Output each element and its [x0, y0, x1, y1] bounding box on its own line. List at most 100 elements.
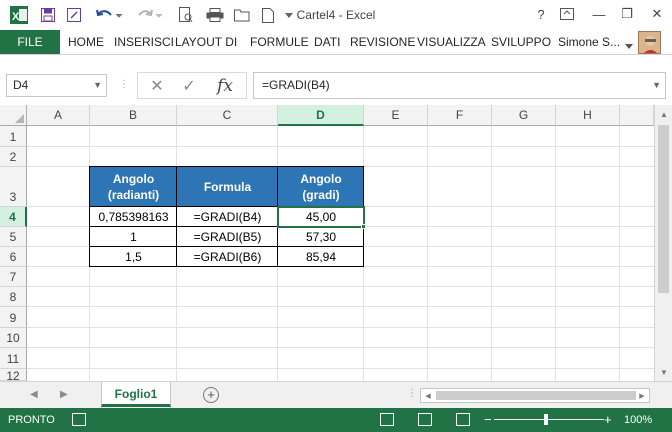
table-header-gradi[interactable]: Angolo (gradi)	[278, 167, 364, 207]
cell-d6[interactable]: 85,94	[278, 247, 364, 267]
tab-inserisci[interactable]: INSERISCI	[114, 30, 174, 54]
row-header-5[interactable]: 5	[0, 227, 27, 247]
row-header-10[interactable]: 10	[0, 328, 27, 348]
formula-expand-icon[interactable]: ▼	[652, 73, 661, 98]
customize-toolbar-icon[interactable]	[282, 5, 296, 25]
ribbon-tabs: FILE HOME INSERISCI LAYOUT DI FORMULE DA…	[0, 30, 672, 55]
table-header-radianti[interactable]: Angolo (radianti)	[90, 167, 177, 207]
zoom-in-button[interactable]: +	[604, 408, 612, 432]
undo-icon[interactable]	[94, 5, 124, 25]
restore-button[interactable]: ❐	[616, 4, 638, 24]
row-header-1[interactable]: 1	[0, 126, 27, 147]
row-header-11[interactable]: 11	[0, 348, 27, 369]
tab-file[interactable]: FILE	[0, 30, 60, 54]
vertical-scrollbar[interactable]: ▲ ▼	[654, 105, 672, 381]
cell-b4[interactable]: 0,785398163	[90, 207, 177, 227]
avatar[interactable]	[638, 31, 661, 54]
sheet-tab-foglio1[interactable]: Foglio1	[101, 382, 171, 407]
cancel-icon[interactable]: ✕	[146, 76, 168, 96]
column-header-i[interactable]	[620, 105, 654, 126]
column-header-b[interactable]: B	[90, 105, 177, 126]
row-header-4[interactable]: 4	[0, 207, 27, 227]
worksheet-grid[interactable]: A B C D E F G H 1 2 3 4 5 6 7 8 9 10 11 …	[0, 105, 672, 381]
page-break-view-icon[interactable]	[456, 413, 470, 426]
formula-input[interactable]: =GRADI(B4) ▼	[253, 72, 666, 99]
insert-function-icon[interactable]: fx	[214, 76, 236, 96]
cell-c5[interactable]: =GRADI(B5)	[177, 227, 278, 247]
horizontal-scroll-thumb[interactable]	[436, 391, 636, 400]
row-header-12[interactable]: 12	[0, 369, 27, 381]
row-header-8[interactable]: 8	[0, 287, 27, 307]
open-icon[interactable]	[232, 5, 252, 25]
table-border	[89, 166, 364, 167]
formula-buttons: ✕ ✓ fx	[137, 72, 247, 99]
user-menu-chevron-icon[interactable]	[625, 39, 633, 53]
column-header-c[interactable]: C	[177, 105, 278, 126]
tab-formule[interactable]: FORMULE	[250, 30, 309, 54]
active-cell-selection[interactable]	[277, 206, 365, 228]
excel-window: X Cartel4 - Excel ? — ❐ ✕ FILE HOME INSE…	[0, 0, 672, 432]
print-preview-icon[interactable]	[176, 5, 196, 25]
tab-layout[interactable]: LAYOUT DI	[175, 30, 237, 54]
horizontal-scrollbar[interactable]: ◀ ▶	[420, 388, 650, 403]
row-header-7[interactable]: 7	[0, 267, 27, 287]
row-header-9[interactable]: 9	[0, 307, 27, 328]
minimize-button[interactable]: —	[588, 4, 610, 24]
enter-icon[interactable]: ✓	[178, 76, 200, 96]
cell-b5[interactable]: 1	[90, 227, 177, 247]
vertical-scroll-thumb[interactable]	[658, 125, 669, 293]
select-all-button[interactable]	[0, 105, 27, 126]
name-box-dropdown-icon[interactable]: ▼	[93, 75, 102, 96]
add-sheet-icon[interactable]: +	[203, 387, 219, 403]
page-layout-view-icon[interactable]	[418, 413, 432, 426]
save-icon[interactable]	[38, 5, 58, 25]
prev-sheet-icon[interactable]: ◀	[30, 389, 38, 400]
row-header-2[interactable]: 2	[0, 147, 27, 167]
gridline	[27, 368, 654, 369]
table-header-formula[interactable]: Formula	[177, 167, 278, 207]
next-sheet-icon[interactable]: ▶	[60, 389, 68, 400]
normal-view-icon[interactable]	[380, 413, 394, 426]
column-header-g[interactable]: G	[492, 105, 556, 126]
cell-d5[interactable]: 57,30	[278, 227, 364, 247]
close-button[interactable]: ✕	[646, 4, 668, 24]
tab-sviluppo[interactable]: SVILUPPO	[491, 30, 551, 54]
cell-c6[interactable]: =GRADI(B6)	[177, 247, 278, 267]
column-header-f[interactable]: F	[428, 105, 492, 126]
gridline	[427, 126, 428, 381]
tab-visualizza[interactable]: VISUALIZZA	[417, 30, 486, 54]
scroll-down-icon[interactable]: ▼	[659, 367, 669, 377]
cell-c4[interactable]: =GRADI(B4)	[177, 207, 278, 227]
name-box[interactable]: D4 ▼	[6, 74, 107, 97]
tab-revisione[interactable]: REVISIONE	[350, 30, 415, 54]
macro-record-icon[interactable]	[72, 413, 86, 426]
redo-icon[interactable]	[134, 5, 164, 25]
column-header-h[interactable]: H	[556, 105, 620, 126]
gridline	[27, 146, 654, 147]
tab-dati[interactable]: DATI	[314, 30, 340, 54]
zoom-slider-track[interactable]	[494, 419, 604, 420]
tab-home[interactable]: HOME	[68, 30, 104, 54]
print-icon[interactable]	[204, 5, 226, 25]
new-document-icon[interactable]	[258, 5, 278, 25]
formula-value: =GRADI(B4)	[262, 78, 330, 92]
zoom-level[interactable]: 100%	[624, 408, 652, 432]
fill-handle[interactable]	[361, 224, 366, 229]
help-button[interactable]: ?	[530, 4, 552, 24]
save-as-icon[interactable]	[64, 5, 84, 25]
row-header-6[interactable]: 6	[0, 247, 27, 267]
zoom-slider-knob[interactable]	[544, 414, 548, 425]
scroll-left-icon[interactable]: ◀	[422, 390, 434, 401]
zoom-out-button[interactable]: −	[484, 408, 492, 432]
tab-split-grip-icon[interactable]: ⋮	[407, 388, 417, 399]
cell-b6[interactable]: 1,5	[90, 247, 177, 267]
scroll-up-icon[interactable]: ▲	[659, 109, 669, 119]
column-header-d[interactable]: D	[278, 105, 364, 126]
formula-bar-grip-icon[interactable]: ⋮	[119, 79, 129, 90]
user-name[interactable]: Simone S...	[558, 30, 620, 54]
column-header-a[interactable]: A	[27, 105, 90, 126]
scroll-right-icon[interactable]: ▶	[636, 390, 648, 401]
row-header-3[interactable]: 3	[0, 167, 27, 207]
ribbon-options-icon[interactable]	[556, 4, 578, 24]
column-header-e[interactable]: E	[364, 105, 428, 126]
